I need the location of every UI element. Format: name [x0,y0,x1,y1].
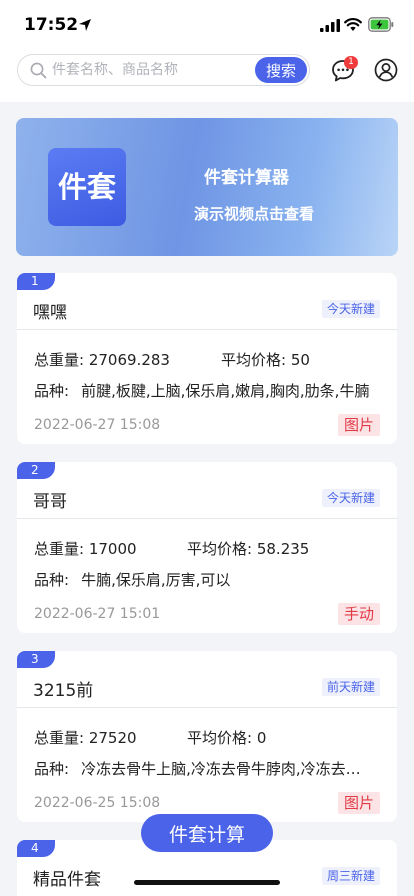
varieties-label: 品种: [34,382,70,400]
varieties-value: 前腱,板腱,上脑,保乐肩,嫩肩,胸肉,肋条,牛腩 [81,382,370,400]
card-index: 1 [17,273,55,290]
card-total-weight: 总重量: 17000 [34,538,137,559]
avg-price-value: 0 [256,729,267,747]
banner-logo-text: 件套 [57,170,116,204]
list-item[interactable]: 2 哥哥 今天新建 总重量: 17000 平均价格: 58.235 品种: 牛腩,… [17,462,397,633]
card-total-weight: 总重量: 27520 [34,727,137,748]
location-arrow-icon [79,19,91,31]
card-date-tag: 今天新建 [321,489,380,507]
card-name: 3215前 [33,681,94,701]
top-bar: 搜索 1 [0,48,414,102]
avg-price-value: 50 [290,351,310,369]
card-varieties: 品种: 前腱,板腱,上脑,保乐肩,嫩肩,胸肉,肋条,牛腩 [34,380,374,401]
avg-price-label: 平均价格: [221,351,287,369]
card-avg-price: 平均价格: 0 [187,727,266,748]
card-date-tag: 今天新建 [321,300,380,318]
card-type-badge: 图片 [337,792,380,814]
card-divider [17,329,397,330]
card-date-tag: 周三新建 [321,867,380,885]
card-varieties: 品种: 牛腩,保乐肩,厉害,可以 [34,569,374,590]
total-weight-value: 17000 [88,540,137,558]
card-avg-price: 平均价格: 50 [221,349,310,370]
card-type-badge: 图片 [337,414,380,436]
avg-price-value: 58.235 [256,540,310,558]
signal-icon [320,19,340,32]
banner-title: 件套计算器 [204,168,289,188]
battery-charging-icon [368,17,394,32]
search-input[interactable] [52,55,252,85]
total-weight-value: 27520 [88,729,137,747]
search-box: 搜索 [17,54,310,86]
wifi-icon [344,18,362,31]
total-weight-label: 总重量: [34,540,85,558]
promo-banner[interactable]: 件套 件套计算器 演示视频点击查看 [16,118,398,256]
home-indicator [134,880,280,885]
card-name: 精品件套 [33,870,101,890]
message-badge: 1 [344,56,358,69]
calculate-fab-button[interactable]: 件套计算 [141,814,273,852]
status-time: 17:52 [24,15,79,35]
card-time: 2022-06-27 15:01 [34,606,161,622]
search-icon [30,62,47,79]
card-divider [17,518,397,519]
banner-subtitle: 演示视频点击查看 [194,205,315,223]
card-avg-price: 平均价格: 58.235 [187,538,309,559]
status-bar: 17:52 [0,0,414,48]
total-weight-value: 27069.283 [88,351,170,369]
avg-price-label: 平均价格: [187,540,253,558]
card-divider [17,707,397,708]
user-icon[interactable] [374,58,398,82]
card-index: 3 [17,651,55,668]
card-name: 哥哥 [33,492,67,512]
varieties-label: 品种: [34,760,70,778]
card-time: 2022-06-27 15:08 [34,417,161,433]
card-varieties: 品种: 冷冻去骨牛上脑,冷冻去骨牛脖肉,冷冻去骨牛腱 [34,758,374,779]
search-button[interactable]: 搜索 [255,57,307,83]
card-total-weight: 总重量: 27069.283 [34,349,170,370]
list-item[interactable]: 3 3215前 前天新建 总重量: 27520 平均价格: 0 品种: 冷冻去骨牛… [17,651,397,822]
avg-price-label: 平均价格: [187,729,253,747]
card-time: 2022-06-25 15:08 [34,795,161,811]
card-date-tag: 前天新建 [321,678,380,696]
varieties-label: 品种: [34,571,70,589]
varieties-value: 牛腩,保乐肩,厉害,可以 [81,571,231,589]
varieties-value: 冷冻去骨牛上脑,冷冻去骨牛脖肉,冷冻去骨牛腱 [81,760,374,778]
card-index: 4 [17,840,55,857]
total-weight-label: 总重量: [34,351,85,369]
card-index: 2 [17,462,55,479]
card-name: 嘿嘿 [33,303,67,323]
total-weight-label: 总重量: [34,729,85,747]
list-item[interactable]: 1 嘿嘿 今天新建 总重量: 27069.283 平均价格: 50 品种: 前腱,… [17,273,397,444]
banner-logo: 件套 [48,148,126,226]
card-type-badge: 手动 [337,603,380,625]
